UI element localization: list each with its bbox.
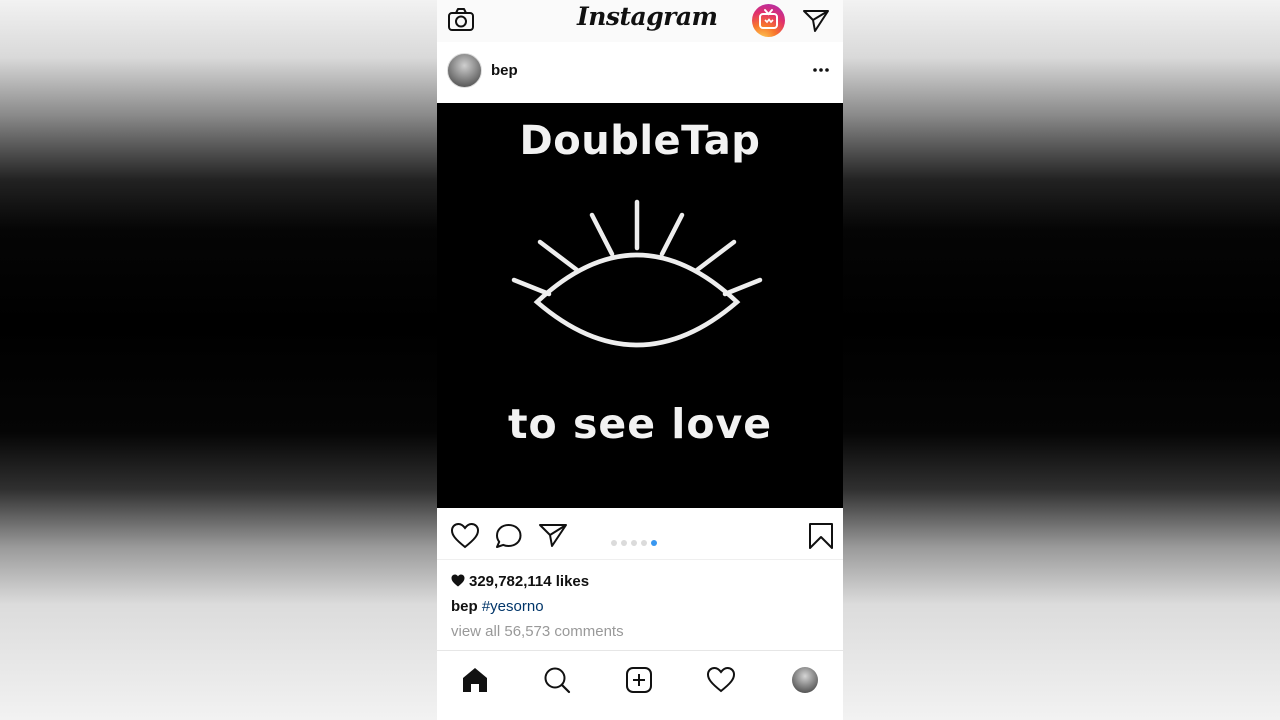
comment-icon[interactable] xyxy=(494,522,524,550)
image-title-text: DoubleTap xyxy=(519,118,761,164)
activity-heart-icon[interactable] xyxy=(706,665,736,695)
heart-icon[interactable] xyxy=(450,522,480,550)
add-post-icon[interactable] xyxy=(624,665,654,695)
ellipsis-icon[interactable] xyxy=(811,60,831,80)
search-icon[interactable] xyxy=(542,665,572,695)
camera-icon[interactable] xyxy=(447,7,475,33)
carousel-dot xyxy=(641,540,647,546)
post-actions xyxy=(437,510,843,560)
caption-username[interactable]: bep xyxy=(451,598,478,615)
avatar[interactable] xyxy=(447,53,482,88)
profile-avatar[interactable] xyxy=(792,667,818,693)
carousel-dot xyxy=(631,540,637,546)
view-comments-link[interactable]: view all 56,573 comments xyxy=(451,623,624,640)
instagram-logo: Instagram xyxy=(577,2,718,31)
paper-plane-icon[interactable] xyxy=(802,8,830,34)
post-caption: bep #yesorno xyxy=(451,598,544,615)
caption-hashtag[interactable]: #yesorno xyxy=(482,598,544,615)
post-header: bep xyxy=(437,44,843,102)
carousel-dot xyxy=(611,540,617,546)
carousel-indicator xyxy=(611,533,661,546)
share-icon[interactable] xyxy=(538,522,568,550)
eye-graphic xyxy=(511,199,763,348)
small-heart-icon xyxy=(451,574,465,587)
bookmark-icon[interactable] xyxy=(806,522,836,550)
post-image[interactable]: DoubleTap to see love xyxy=(437,103,843,508)
likes-count[interactable]: 329,782,114 likes xyxy=(451,573,589,593)
carousel-dot xyxy=(621,540,627,546)
instagram-app: Instagram bep DoubleTap to see love 329,… xyxy=(437,0,843,720)
post-username[interactable]: bep xyxy=(491,62,518,79)
bottom-nav xyxy=(437,650,843,720)
image-subtitle-text: to see love xyxy=(507,400,773,448)
top-bar: Instagram xyxy=(437,0,843,42)
igtv-icon[interactable] xyxy=(752,4,785,37)
likes-text: 329,782,114 likes xyxy=(469,573,590,590)
home-icon[interactable] xyxy=(460,665,490,695)
carousel-dot xyxy=(651,540,657,546)
